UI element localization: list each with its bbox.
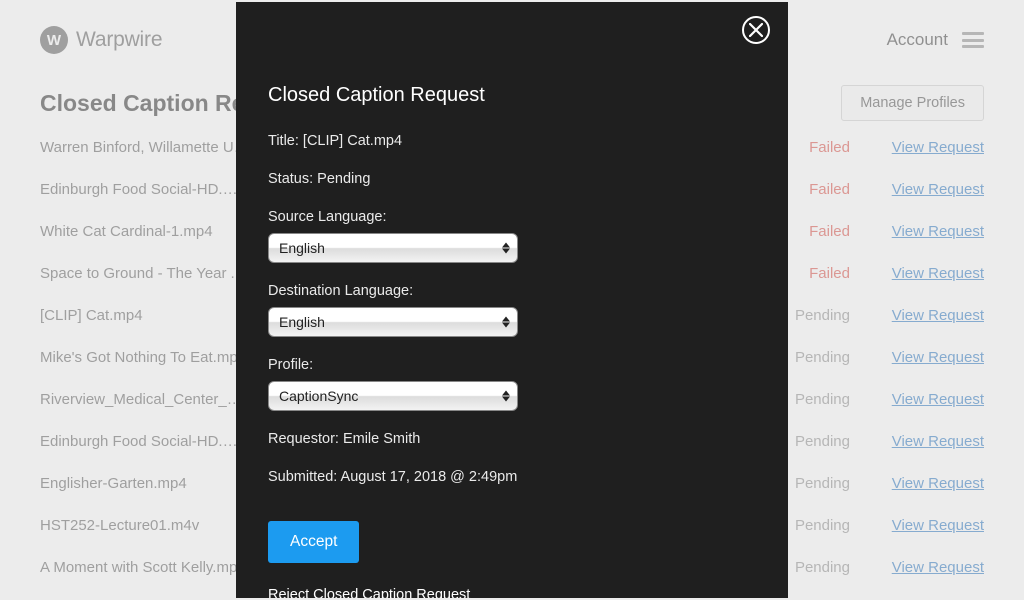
submitted-line: Submitted: August 17, 2018 @ 2:49pm	[268, 469, 756, 485]
source-language-select-wrap: English	[268, 233, 518, 263]
destination-language-select-wrap: English	[268, 307, 518, 337]
modal-heading: Closed Caption Request	[268, 2, 756, 133]
profile-select-wrap: CaptionSync	[268, 381, 518, 411]
destination-language-select[interactable]: English	[268, 307, 518, 337]
profile-label: Profile:	[268, 357, 756, 373]
source-language-select[interactable]: English	[268, 233, 518, 263]
caption-request-modal: Closed Caption Request Title: [CLIP] Cat…	[236, 2, 788, 598]
requestor-line: Requestor: Emile Smith	[268, 431, 756, 447]
profile-select[interactable]: CaptionSync	[268, 381, 518, 411]
modal-title-line: Title: [CLIP] Cat.mp4	[268, 133, 756, 149]
close-icon[interactable]	[742, 16, 770, 44]
reject-link[interactable]: Reject Closed Caption Request	[268, 587, 470, 598]
accept-button[interactable]: Accept	[268, 521, 359, 563]
destination-language-label: Destination Language:	[268, 283, 756, 299]
modal-status-line: Status: Pending	[268, 171, 756, 187]
source-language-label: Source Language:	[268, 209, 756, 225]
